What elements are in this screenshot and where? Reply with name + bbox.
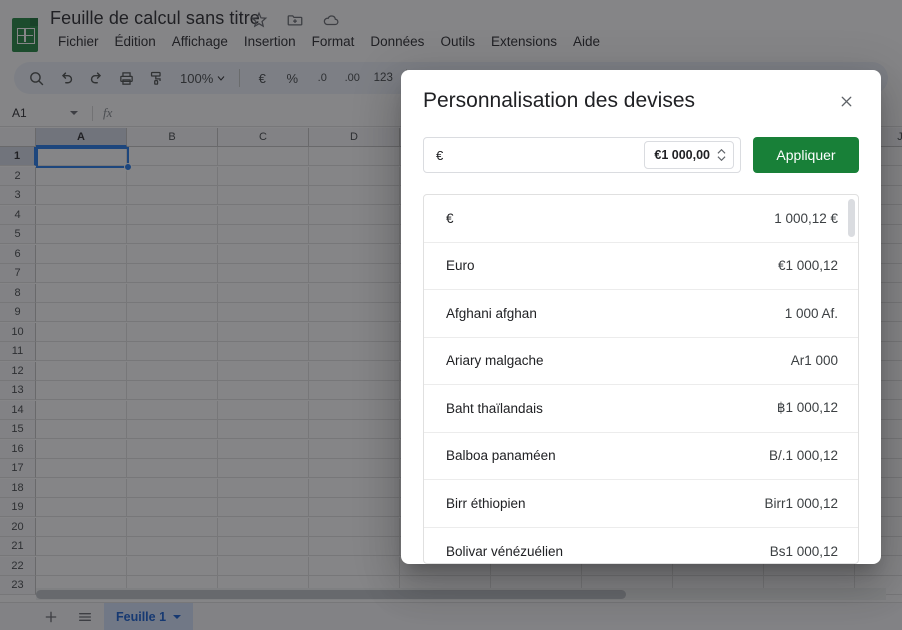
chevron-up-icon [717, 149, 726, 154]
currency-list-item[interactable]: Birr éthiopien Birr1 000,12 [424, 480, 858, 528]
currency-list-item[interactable]: Baht thaïlandais ฿1 000,12 [424, 385, 858, 433]
currency-sample: Birr1 000,12 [764, 496, 838, 511]
currency-sample: ฿1 000,12 [777, 400, 838, 416]
close-icon[interactable] [831, 86, 861, 116]
currency-list[interactable]: €1 000,12 € Euro €1 000,12 Afghani afghan 1 … [423, 194, 859, 564]
currency-list-item[interactable]: Afghani afghan 1 000 Af. [424, 290, 858, 338]
currency-format-input-value: € [436, 148, 638, 163]
dialog-input-row: € €1 000,00 Appliquer [401, 132, 881, 178]
scrollbar-thumb[interactable] [848, 199, 855, 237]
app-root: Feuille de calcul sans titre [0, 0, 902, 630]
chevron-down-icon [717, 156, 726, 161]
currency-name: Baht thaïlandais [446, 401, 543, 416]
dialog-title: Personnalisation des devises [423, 89, 831, 113]
format-preview-select[interactable]: €1 000,00 [644, 141, 734, 169]
currency-sample: Bs1 000,12 [770, 544, 838, 559]
currency-list-inner: €1 000,12 € Euro €1 000,12 Afghani afghan 1 … [424, 195, 858, 563]
dialog-header: Personnalisation des devises [401, 70, 881, 132]
currency-list-scrollbar[interactable] [848, 199, 855, 552]
currency-list-item[interactable]: Euro €1 000,12 [424, 243, 858, 291]
currency-sample: 1 000 Af. [785, 306, 838, 321]
currency-sample: Ar1 000 [791, 353, 838, 368]
currency-customization-dialog: Personnalisation des devises € €1 000,00 [401, 70, 881, 564]
stepper-icon[interactable] [717, 149, 726, 161]
apply-button[interactable]: Appliquer [753, 137, 859, 173]
currency-name: Euro [446, 258, 475, 273]
currency-list-item[interactable]: Bolivar vénézuélien Bs1 000,12 [424, 528, 858, 564]
currency-format-input[interactable]: € €1 000,00 [423, 137, 741, 173]
currency-name: Ariary malgache [446, 353, 544, 368]
currency-name: Birr éthiopien [446, 496, 526, 511]
currency-name: Bolivar vénézuélien [446, 544, 563, 559]
format-preview-label: €1 000,00 [654, 148, 710, 162]
currency-sample: 1 000,12 € [774, 211, 838, 226]
currency-list-item[interactable]: Balboa panaméen B/.1 000,12 [424, 433, 858, 481]
currency-name: Afghani afghan [446, 306, 537, 321]
currency-list-item[interactable]: €1 000,12 € [424, 195, 858, 243]
currency-name: Balboa panaméen [446, 448, 556, 463]
currency-name: € [446, 211, 454, 226]
currency-sample: B/.1 000,12 [769, 448, 838, 463]
currency-sample: €1 000,12 [778, 258, 838, 273]
currency-list-item[interactable]: Ariary malgache Ar1 000 [424, 338, 858, 386]
